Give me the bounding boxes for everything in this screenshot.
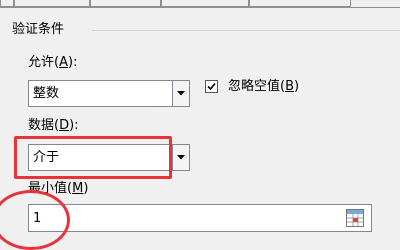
range-select-button[interactable] bbox=[345, 208, 365, 228]
chevron-down-icon bbox=[177, 91, 185, 96]
tab-stub[interactable] bbox=[0, 0, 14, 7]
allow-label-text: 允许 bbox=[28, 55, 55, 70]
tab-stub[interactable] bbox=[161, 0, 249, 7]
chevron-down-icon bbox=[177, 155, 185, 160]
ignore-blank-label[interactable]: 忽略空值(B) bbox=[228, 78, 299, 96]
minimum-input[interactable]: 1 bbox=[28, 204, 372, 232]
range-select-icon bbox=[346, 209, 364, 227]
allow-value: 整数 bbox=[33, 86, 60, 101]
tab-stub[interactable] bbox=[249, 0, 351, 7]
allow-combobox[interactable]: 整数 bbox=[28, 80, 190, 107]
check-icon bbox=[207, 82, 216, 91]
minimum-label-text: 最小值 bbox=[28, 181, 68, 196]
data-label: 数据(D): bbox=[28, 118, 79, 133]
ignore-blank-accel: B bbox=[285, 79, 295, 94]
minimum-label: 最小值(M) bbox=[28, 181, 89, 196]
data-label-text: 数据 bbox=[28, 118, 55, 133]
minimum-value: 1 bbox=[33, 211, 42, 226]
data-dropdown-button[interactable] bbox=[172, 145, 189, 170]
allow-accel: A bbox=[59, 55, 68, 70]
ignore-blank-label-text: 忽略空值 bbox=[228, 79, 281, 94]
tab-stub[interactable] bbox=[14, 0, 90, 7]
group-divider bbox=[92, 30, 400, 31]
data-combobox[interactable]: 介于 bbox=[28, 144, 190, 171]
allow-dropdown-button[interactable] bbox=[172, 81, 189, 106]
allow-label: 允许(A): bbox=[28, 55, 78, 70]
group-title: 验证条件 bbox=[12, 21, 69, 39]
tab-stub[interactable] bbox=[90, 0, 161, 7]
data-accel: D bbox=[59, 118, 70, 133]
minimum-accel: M bbox=[72, 181, 84, 196]
data-value: 介于 bbox=[33, 150, 60, 165]
tab-baseline bbox=[0, 7, 400, 8]
tab-strip bbox=[0, 0, 400, 7]
ignore-blank-checkbox[interactable] bbox=[205, 80, 218, 93]
